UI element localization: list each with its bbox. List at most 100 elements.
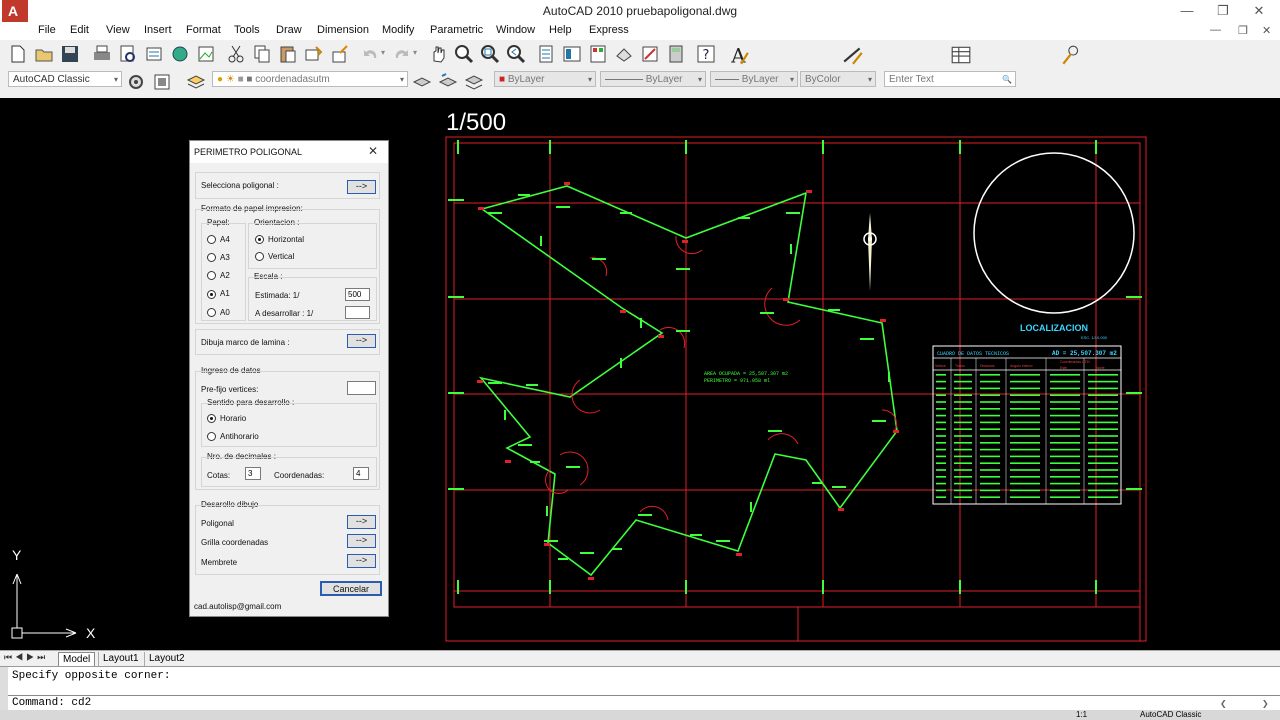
menu-express[interactable]: Express bbox=[589, 24, 629, 36]
tab-layout1[interactable]: Layout1 bbox=[98, 652, 143, 666]
redo-dropdown-icon[interactable]: ▾ bbox=[413, 48, 417, 57]
orientation-vertical-radio[interactable] bbox=[255, 252, 264, 261]
menu-insert[interactable]: Insert bbox=[144, 24, 172, 36]
draw-titleblock-button[interactable]: --> bbox=[347, 554, 376, 568]
doc-restore-icon[interactable]: ❐ bbox=[1238, 24, 1248, 37]
design-center-icon[interactable] bbox=[562, 44, 582, 64]
table-style-icon[interactable] bbox=[950, 44, 972, 66]
linetype-combo[interactable]: ByLayer ▾ bbox=[600, 71, 706, 87]
open-folder-icon[interactable] bbox=[34, 44, 54, 64]
draw-frame-button[interactable]: --> bbox=[347, 334, 376, 348]
redo-icon[interactable] bbox=[392, 44, 412, 64]
zoom-window-icon[interactable] bbox=[480, 44, 500, 64]
match-properties-icon[interactable] bbox=[304, 44, 324, 64]
select-polyline-button[interactable]: --> bbox=[347, 180, 376, 194]
color-combo[interactable]: ■ ByLayer ▾ bbox=[494, 71, 596, 87]
undo-icon[interactable] bbox=[360, 44, 380, 64]
menu-format[interactable]: Format bbox=[186, 24, 221, 36]
copy-icon[interactable] bbox=[252, 44, 272, 64]
menu-help[interactable]: Help bbox=[549, 24, 572, 36]
menu-dimension[interactable]: Dimension bbox=[317, 24, 369, 36]
undo-dropdown-icon[interactable]: ▾ bbox=[381, 48, 385, 57]
make-object-layer-current-icon[interactable] bbox=[412, 72, 432, 92]
new-file-icon[interactable] bbox=[8, 44, 28, 64]
sentido-antihorario-radio[interactable] bbox=[207, 432, 216, 441]
workspace-settings-gear-icon[interactable] bbox=[126, 72, 146, 92]
cotas-input[interactable]: 3 bbox=[245, 467, 261, 480]
paper-a0-radio[interactable] bbox=[207, 308, 216, 317]
search-input[interactable]: Enter Text 🔍 bbox=[884, 71, 1016, 87]
sheet-set-icon[interactable] bbox=[614, 44, 634, 64]
close-icon[interactable]: ✕ bbox=[1244, 2, 1274, 20]
zoom-previous-icon[interactable] bbox=[506, 44, 526, 64]
calculator-icon[interactable] bbox=[666, 44, 686, 64]
paper-a2-radio[interactable] bbox=[207, 271, 216, 280]
doc-minimize-icon[interactable]: — bbox=[1210, 24, 1221, 36]
zoom-realtime-icon[interactable] bbox=[454, 44, 474, 64]
menu-edit[interactable]: Edit bbox=[70, 24, 89, 36]
pan-icon[interactable] bbox=[428, 44, 448, 64]
doc-close-icon[interactable]: ✕ bbox=[1262, 24, 1271, 37]
print-preview-icon[interactable] bbox=[118, 44, 138, 64]
menu-parametric[interactable]: Parametric bbox=[430, 24, 483, 36]
scroll-left-icon[interactable]: ❮ bbox=[1220, 697, 1227, 711]
doc-menu-icon[interactable] bbox=[2, 24, 28, 40]
draw-polygon-button[interactable]: --> bbox=[347, 515, 376, 529]
cut-icon[interactable] bbox=[226, 44, 246, 64]
tool-palettes-icon[interactable] bbox=[588, 44, 608, 64]
publish-web-icon[interactable] bbox=[170, 44, 190, 64]
layer-combo[interactable]: ● ☀ ■ ■ coordenadasutm ▾ bbox=[212, 71, 408, 87]
prefijo-input[interactable] bbox=[347, 381, 376, 395]
coordenadas-input[interactable]: 4 bbox=[353, 467, 369, 480]
paper-a1-radio[interactable] bbox=[207, 290, 216, 299]
layer-states-icon[interactable] bbox=[464, 72, 484, 92]
command-grip[interactable] bbox=[0, 667, 8, 711]
help-icon[interactable]: ? bbox=[696, 44, 716, 64]
multileader-style-icon[interactable] bbox=[1060, 44, 1082, 66]
block-editor-icon[interactable] bbox=[330, 44, 350, 64]
workspace-status[interactable]: AutoCAD Classic bbox=[1140, 710, 1201, 720]
paper-a3-radio[interactable] bbox=[207, 253, 216, 262]
draw-grid-button[interactable]: --> bbox=[347, 534, 376, 548]
save-icon[interactable] bbox=[60, 44, 80, 64]
table-cell bbox=[980, 380, 1000, 383]
workspace-combo[interactable]: AutoCAD Classic ▾ bbox=[8, 71, 122, 87]
orientation-horizontal-radio[interactable] bbox=[255, 235, 264, 244]
tab-layout2[interactable]: Layout2 bbox=[144, 652, 189, 666]
tab-navigation-arrows-icon[interactable]: ⏮◀▶⏭ bbox=[4, 652, 48, 663]
desarrollar-input[interactable] bbox=[345, 306, 370, 319]
plotstyle-combo[interactable]: ByColor ▾ bbox=[800, 71, 876, 87]
menu-file[interactable]: File bbox=[38, 24, 56, 36]
markup-icon[interactable] bbox=[640, 44, 660, 64]
lock-toolbars-icon[interactable] bbox=[152, 72, 172, 92]
layer-value: coordenadasutm bbox=[255, 74, 330, 85]
dimension-style-icon[interactable] bbox=[842, 44, 864, 66]
menu-view[interactable]: View bbox=[106, 24, 130, 36]
menu-tools[interactable]: Tools bbox=[234, 24, 260, 36]
estimada-input[interactable]: 500 bbox=[345, 288, 370, 301]
properties-icon[interactable] bbox=[536, 44, 556, 64]
tab-model[interactable]: Model bbox=[58, 652, 96, 667]
publish-icon[interactable] bbox=[144, 44, 164, 64]
3d-dwf-icon[interactable] bbox=[196, 44, 216, 64]
maximize-icon[interactable]: ❐ bbox=[1208, 2, 1238, 20]
sentido-antihorario-label: Antihorario bbox=[220, 432, 259, 441]
cotas-label: Cotas: bbox=[207, 471, 231, 480]
scroll-right-icon[interactable]: ❯ bbox=[1262, 697, 1269, 711]
paste-icon[interactable] bbox=[278, 44, 298, 64]
layer-previous-icon[interactable] bbox=[438, 72, 458, 92]
layer-properties-icon[interactable] bbox=[186, 72, 206, 92]
lineweight-combo[interactable]: ByLayer ▾ bbox=[710, 71, 798, 87]
menu-modify[interactable]: Modify bbox=[382, 24, 414, 36]
sentido-horario-radio[interactable] bbox=[207, 414, 216, 423]
cancel-button[interactable]: Cancelar bbox=[320, 581, 382, 596]
annotation-scale[interactable]: 1:1 bbox=[1076, 710, 1087, 720]
menu-draw[interactable]: Draw bbox=[276, 24, 302, 36]
text-style-icon[interactable]: A bbox=[728, 44, 750, 66]
menu-window[interactable]: Window bbox=[496, 24, 535, 36]
minimize-icon[interactable]: — bbox=[1172, 2, 1202, 20]
paper-a4-radio[interactable] bbox=[207, 235, 216, 244]
dialog-close-icon[interactable]: ✕ bbox=[368, 144, 378, 158]
print-icon[interactable] bbox=[92, 44, 112, 64]
command-input[interactable]: Command: cd2 bbox=[12, 697, 91, 709]
